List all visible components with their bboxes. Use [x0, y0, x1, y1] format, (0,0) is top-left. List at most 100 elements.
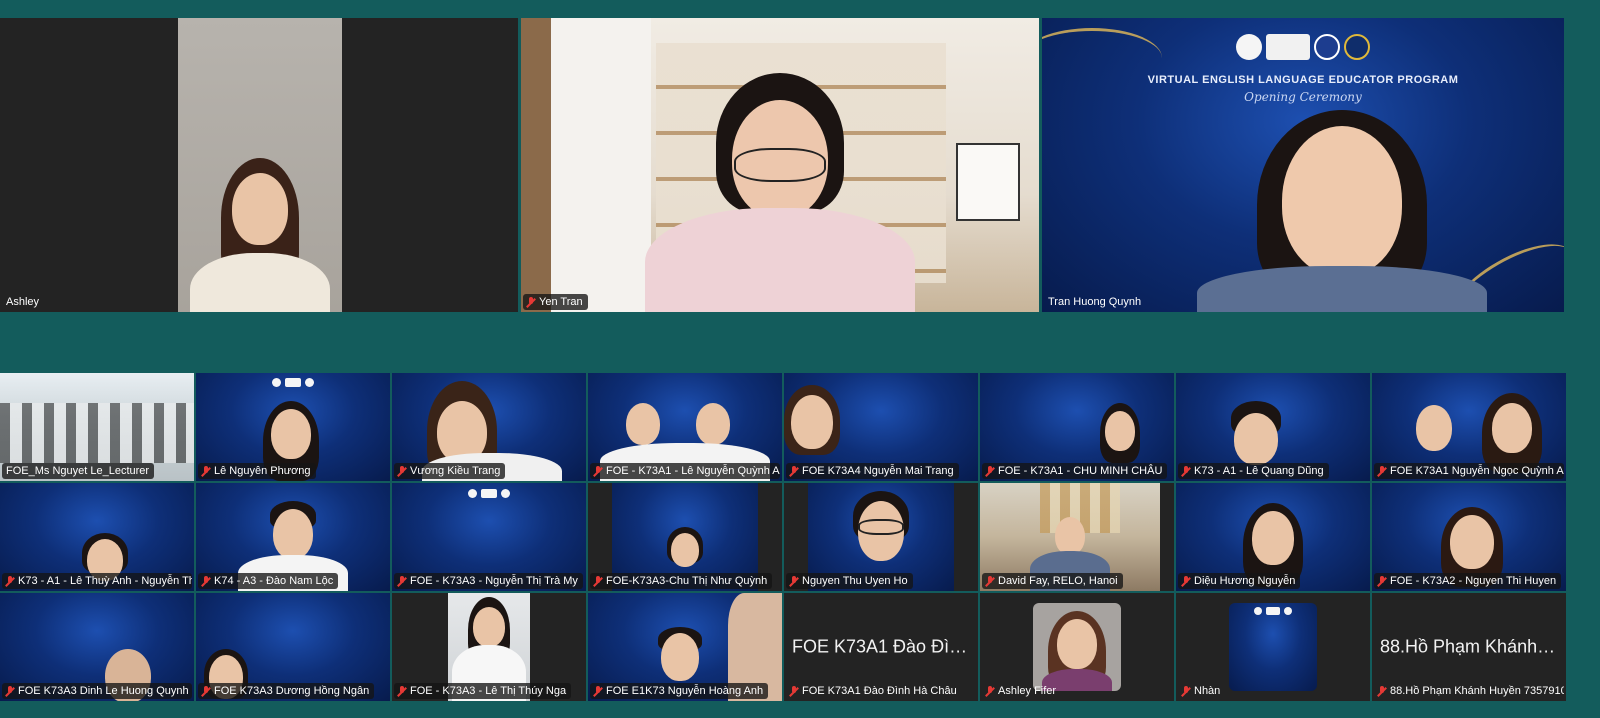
video-tile-gallery[interactable]: FOE K73A1 Nguyễn Ngọc Quỳnh Anh [1372, 373, 1566, 481]
participant-glasses [734, 148, 826, 182]
participant-name: Nguyen Thu Uyen Ho [802, 575, 908, 587]
participant-name-tag: Ashley Fifer [982, 683, 1061, 699]
participant-name-tag: K73 - A1 - Lê Thuỳ Anh - Nguyễn Th... [2, 573, 192, 589]
mic-muted-icon [1181, 465, 1191, 477]
video-tile-gallery[interactable]: FOE-K73A3-Chu Thị Như Quỳnh [588, 483, 782, 591]
mic-muted-icon [789, 465, 799, 477]
video-tile-yen-tran[interactable]: Yen Tran [521, 18, 1039, 312]
participant-name: FOE K73A3 Dương Hồng Ngân [214, 685, 370, 697]
easel-picture [956, 143, 1020, 221]
participant-name: Lê Nguyên Phương [214, 465, 311, 477]
video-feed: VIRTUAL ENGLISH LANGUAGE EDUCATOR PROGRA… [1042, 18, 1564, 312]
participant-display-name: FOE K73A1 Đào Đình... [792, 636, 978, 657]
video-tile-gallery[interactable]: Ashley Fifer [980, 593, 1174, 701]
video-tile-tran-huong-quynh[interactable]: VIRTUAL ENGLISH LANGUAGE EDUCATOR PROGRA… [1042, 18, 1564, 312]
participant-face [232, 173, 288, 245]
mic-muted-icon [201, 685, 211, 697]
participant-name-tag: K73 - A1 - Lê Quang Dũng [1178, 463, 1329, 479]
banner-title: VIRTUAL ENGLISH LANGUAGE EDUCATOR PROGRA… [1147, 74, 1459, 86]
participant-name: FOE - K73A3 - Nguyễn Thị Trà My [410, 575, 578, 587]
mic-muted-icon [1181, 685, 1191, 697]
participant-face [1057, 619, 1097, 669]
participant-name: FOE - K73A1 - CHU MINH CHÂU [998, 465, 1163, 477]
video-tile-gallery[interactable]: 88.Hồ Phạm Khánh H... 88.Hồ Phạm Khánh H… [1372, 593, 1566, 701]
participant-face [1055, 517, 1085, 555]
participant-name: FOE E1K73 Nguyễn Hoàng Anh [606, 685, 764, 697]
participant-name-tag: FOE K73A4 Nguyễn Mai Trang [786, 463, 959, 479]
participant-name: FOE K73A1 Nguyễn Ngọc Quỳnh Anh [1390, 465, 1564, 477]
video-tile-gallery[interactable]: Diệu Hương Nguyễn [1176, 483, 1370, 591]
participant-name-tag: Diệu Hương Nguyễn [1178, 573, 1301, 589]
mic-muted-icon [985, 685, 995, 697]
video-tile-gallery[interactable]: David Fay, RELO, Hanoi [980, 483, 1174, 591]
classroom-students [0, 403, 194, 463]
window-background [521, 18, 651, 312]
participant-face [1105, 411, 1135, 451]
video-tile-gallery[interactable]: FOE - K73A1 - CHU MINH CHÂU [980, 373, 1174, 481]
video-tile-gallery[interactable]: Nguyen Thu Uyen Ho [784, 483, 978, 591]
mic-muted-icon [593, 685, 603, 697]
participant-name-tag: Tran Huong Quynh [1044, 294, 1146, 310]
video-tile-gallery[interactable]: K74 - A3 - Đào Nam Lộc [196, 483, 390, 591]
participant-name: FOE K73A4 Nguyễn Mai Trang [802, 465, 954, 477]
video-tile-gallery[interactable]: Vương Kiều Trang [392, 373, 586, 481]
avatar [1033, 603, 1121, 691]
participant-name: FOE-K73A3-Chu Thị Như Quỳnh [606, 575, 768, 587]
participant-name-tag: Lê Nguyên Phương [198, 463, 316, 479]
video-feed [521, 18, 1039, 312]
mic-muted-icon [1181, 575, 1191, 587]
video-tile-gallery[interactable]: Nhàn [1176, 593, 1370, 701]
video-tile-gallery[interactable]: FOE_Ms Nguyet Le_Lecturer [0, 373, 194, 481]
sponsor-logos [1236, 34, 1370, 60]
participant-face [1492, 403, 1532, 453]
participant-name: FOE K73A1 Đào Đình Hà Châu [802, 685, 957, 697]
participant-name: FOE_Ms Nguyet Le_Lecturer [6, 465, 150, 477]
participant-face [696, 403, 730, 445]
video-feed-camera [178, 18, 342, 312]
mic-muted-icon [1377, 465, 1387, 477]
video-tile-gallery[interactable]: FOE - K73A2 - Nguyen Thi Huyen [1372, 483, 1566, 591]
video-tile-ashley[interactable]: Ashley [0, 18, 518, 312]
video-tile-gallery[interactable]: FOE K73A4 Nguyễn Mai Trang [784, 373, 978, 481]
video-tile-gallery[interactable]: FOE E1K73 Nguyễn Hoàng Anh [588, 593, 782, 701]
video-tile-gallery[interactable]: FOE K73A1 Đào Đình... FOE K73A1 Đào Đình… [784, 593, 978, 701]
participant-body [1197, 266, 1487, 312]
video-tile-gallery[interactable]: FOE - K73A3 - Lê Thị Thúy Nga [392, 593, 586, 701]
participant-name: Nhàn [1194, 685, 1221, 697]
participant-name-tag: FOE - K73A1 - Lê Nguyễn Quỳnh An... [590, 463, 780, 479]
participant-name-tag: FOE E1K73 Nguyễn Hoàng Anh [590, 683, 769, 699]
video-tile-gallery[interactable]: FOE - K73A3 - Nguyễn Thị Trà My [392, 483, 586, 591]
mic-muted-icon [1377, 685, 1387, 697]
participant-name-tag: FOE K73A1 Đào Đình Hà Châu [786, 683, 962, 699]
participant-name-tag: Ashley [2, 294, 44, 310]
mic-muted-icon [593, 575, 603, 587]
participant-name-tag: David Fay, RELO, Hanoi [982, 573, 1123, 589]
mic-muted-icon [1377, 575, 1387, 587]
video-tile-gallery[interactable]: K73 - A1 - Lê Quang Dũng [1176, 373, 1370, 481]
video-tile-gallery[interactable]: FOE K73A3 Dinh Le Huong Quynh [0, 593, 194, 701]
video-tile-gallery[interactable]: K73 - A1 - Lê Thuỳ Anh - Nguyễn Th... [0, 483, 194, 591]
sponsor-logos [468, 489, 510, 498]
participant-face [671, 533, 699, 567]
participant-name: David Fay, RELO, Hanoi [998, 575, 1118, 587]
mic-muted-icon [201, 575, 211, 587]
mic-muted-icon [985, 575, 995, 587]
participant-name: K73 - A1 - Lê Quang Dũng [1194, 465, 1324, 477]
mic-muted-icon [789, 685, 799, 697]
participant-face [1450, 515, 1494, 569]
participant-name-tag: FOE K73A3 Dinh Le Huong Quynh [2, 683, 192, 699]
participant-name-tag: FOE - K73A2 - Nguyen Thi Huyen [1374, 573, 1562, 589]
participant-name: Ashley [6, 296, 40, 308]
participant-name-tag: Vương Kiều Trang [394, 463, 506, 479]
participant-face [1282, 126, 1402, 276]
video-tile-gallery[interactable]: FOE - K73A1 - Lê Nguyễn Quỳnh An... [588, 373, 782, 481]
video-tile-gallery[interactable]: Lê Nguyên Phương [196, 373, 390, 481]
participant-name-tag: FOE K73A1 Nguyễn Ngọc Quỳnh Anh [1374, 463, 1564, 479]
participant-face [626, 403, 660, 445]
mic-muted-icon [397, 685, 407, 697]
video-tile-gallery[interactable]: FOE K73A3 Dương Hồng Ngân [196, 593, 390, 701]
participant-name-tag: FOE K73A3 Dương Hồng Ngân [198, 683, 375, 699]
participant-name-tag: FOE - K73A1 - CHU MINH CHÂU [982, 463, 1168, 479]
participant-face [473, 607, 505, 647]
participant-name: FOE - K73A2 - Nguyen Thi Huyen [1390, 575, 1557, 587]
